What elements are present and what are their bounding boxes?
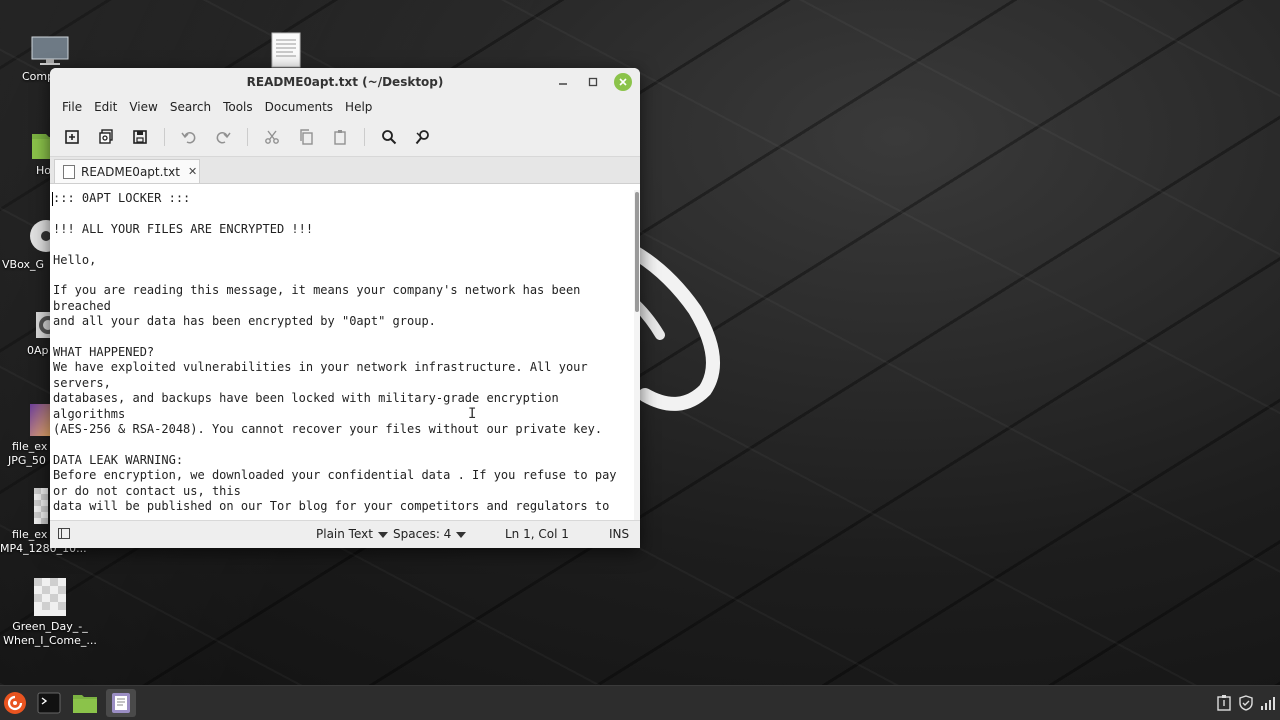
image-file-icon (30, 404, 50, 436)
text-editor-window: README0apt.txt (~/Desktop) File Edit Vie… (50, 68, 640, 548)
text-cursor (52, 192, 53, 206)
paste-button[interactable] (326, 123, 354, 151)
cursor-position: Ln 1, Col 1 (505, 527, 569, 541)
side-panel-toggle-icon[interactable] (58, 528, 70, 539)
redo-icon (216, 132, 231, 144)
copy-icon (300, 129, 313, 145)
network-icon (1261, 697, 1275, 710)
mint-menu-icon (4, 692, 26, 714)
minimize-button[interactable] (554, 73, 572, 91)
menu-edit[interactable]: Edit (88, 100, 123, 114)
find-replace-button[interactable] (409, 123, 437, 151)
menu-bar: File Edit View Search Tools Documents He… (50, 96, 640, 118)
desktop-icon-document[interactable] (270, 32, 302, 72)
redo-button[interactable] (209, 123, 237, 151)
clipboard-tray-icon (1217, 695, 1231, 711)
network-tray[interactable] (1259, 694, 1277, 712)
find-replace-icon (415, 130, 429, 145)
shield-tray[interactable] (1237, 694, 1255, 712)
document-text[interactable]: ::: 0APT LOCKER ::: !!! ALL YOUR FILES A… (53, 191, 627, 515)
window-titlebar[interactable]: README0apt.txt (~/Desktop) (50, 68, 640, 96)
tab-readme[interactable]: README0apt.txt ✕ (54, 159, 200, 183)
new-document-button[interactable] (58, 123, 86, 151)
video-file-icon (34, 488, 48, 524)
search-icon (382, 130, 397, 145)
text-editor-task[interactable] (106, 689, 136, 717)
text-editor-icon (112, 693, 130, 713)
menu-view[interactable]: View (123, 100, 163, 114)
save-icon (133, 130, 147, 144)
save-button[interactable] (126, 123, 154, 151)
close-button[interactable] (614, 73, 632, 91)
close-icon (619, 78, 627, 86)
toolbar-separator (247, 128, 248, 146)
minimize-icon (559, 83, 567, 85)
menu-documents[interactable]: Documents (259, 100, 339, 114)
shield-icon (1239, 695, 1253, 711)
menu-file[interactable]: File (56, 100, 88, 114)
status-bar: Plain Text Spaces: 4 Ln 1, Col 1 INS (50, 520, 640, 548)
undo-button[interactable] (175, 123, 203, 151)
desktop-icon-label: Green_Day_-_ (12, 620, 88, 633)
terminal-launcher[interactable] (34, 689, 64, 717)
scissors-icon (265, 130, 279, 144)
maximize-button[interactable] (584, 73, 602, 91)
maximize-icon (588, 77, 598, 87)
scrollbar-thumb[interactable] (635, 192, 639, 312)
tab-close-icon[interactable]: ✕ (188, 165, 197, 178)
toolbar (50, 118, 640, 157)
vertical-scrollbar[interactable] (634, 190, 640, 520)
text-editor-area[interactable]: ::: 0APT LOCKER ::: !!! ALL YOUR FILES A… (50, 190, 640, 520)
folder-icon (73, 695, 97, 713)
text-file-icon (271, 32, 301, 68)
copy-button[interactable] (292, 123, 320, 151)
menu-search[interactable]: Search (164, 100, 217, 114)
open-icon (99, 129, 113, 144)
desktop: Comp Ho VBox_G 0Ap file_ex JPG_50 file_e… (0, 0, 1280, 685)
syntax-label: Plain Text (316, 527, 373, 541)
clipboard-icon (334, 130, 346, 145)
clipboard-tray[interactable] (1215, 694, 1233, 712)
syntax-selector[interactable]: Plain Text (316, 527, 388, 541)
menu-help[interactable]: Help (339, 100, 378, 114)
window-title: README0apt.txt (~/Desktop) (246, 75, 444, 89)
undo-icon (181, 132, 196, 144)
new-document-icon (65, 130, 79, 144)
toolbar-separator (364, 128, 365, 146)
tab-label: README0apt.txt (81, 164, 180, 179)
insert-mode: INS (609, 527, 630, 541)
chevron-down-icon (377, 531, 388, 538)
files-launcher[interactable] (70, 689, 100, 717)
terminal-icon (37, 692, 61, 714)
menu-tools[interactable]: Tools (217, 100, 259, 114)
mouse-ibeam-icon: I (468, 406, 477, 422)
media-file-icon (34, 578, 66, 616)
spaces-selector[interactable]: Spaces: 4 (393, 527, 467, 541)
taskbar (0, 685, 1280, 720)
tab-bar: README0apt.txt ✕ (50, 157, 640, 184)
chevron-down-icon (456, 531, 467, 538)
spaces-label: Spaces: 4 (393, 527, 452, 541)
document-icon (63, 164, 75, 179)
desktop-icon-label-2: When_I_Come_... (3, 634, 97, 647)
start-menu-button[interactable] (0, 689, 30, 717)
toolbar-separator (164, 128, 165, 146)
desktop-icon-audio[interactable]: Green_Day_-_ When_I_Come_... (0, 578, 100, 648)
open-button[interactable] (92, 123, 120, 151)
computer-icon (30, 36, 70, 66)
find-button[interactable] (375, 123, 403, 151)
cut-button[interactable] (258, 123, 286, 151)
